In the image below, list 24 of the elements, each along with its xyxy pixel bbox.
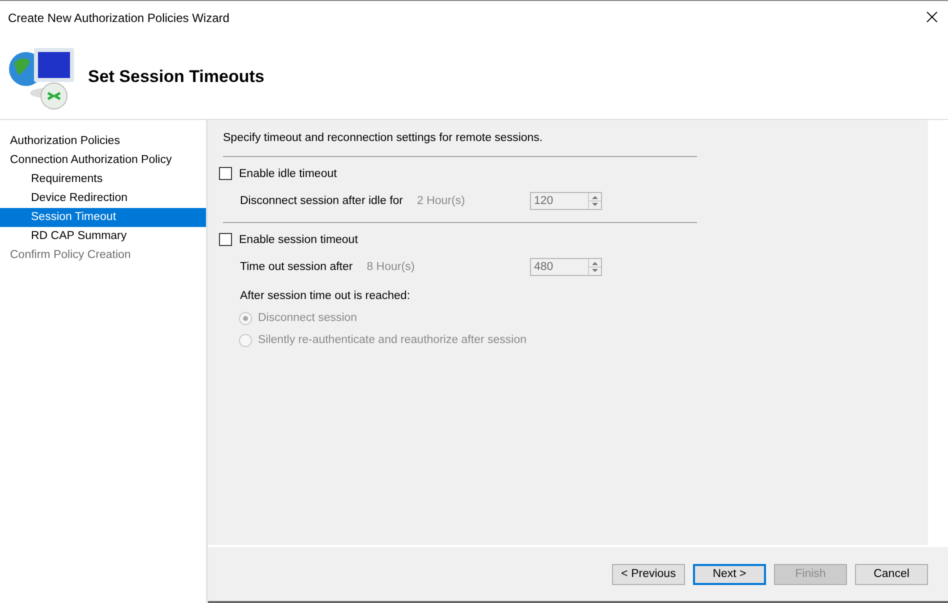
checkbox[interactable]: [219, 233, 232, 246]
checkbox-label: Enable idle timeout: [239, 168, 337, 180]
setting-label: Disconnect session after idle for: [240, 195, 403, 207]
sidebar-item[interactable]: Connection Authorization Policy: [0, 151, 206, 170]
setting-label: Time out session after: [240, 261, 353, 273]
checkbox-option[interactable]: Enable idle timeout: [219, 167, 913, 180]
window-title: Create New Authorization Policies Wizard: [8, 11, 230, 25]
option-caption: After session time out is reached:: [240, 290, 412, 302]
sidebar-item[interactable]: Requirements: [0, 170, 206, 189]
duration-hint: 2 Hour(s): [417, 195, 466, 207]
page-heading: Set Session Timeouts: [88, 67, 264, 87]
wizard-button[interactable]: < Previous: [612, 564, 685, 584]
wizard-button[interactable]: Cancel: [855, 564, 928, 584]
sidebar-item[interactable]: Device Redirection: [0, 189, 206, 208]
checkbox[interactable]: [219, 167, 232, 180]
checkbox-option[interactable]: Enable session timeout: [219, 233, 913, 246]
duration-hint: 8 Hour(s): [366, 261, 416, 273]
sidebar-item[interactable]: RD CAP Summary: [0, 227, 206, 246]
sidebar-item[interactable]: Authorization Policies: [0, 132, 206, 151]
checkbox-label: Enable session timeout: [239, 234, 358, 246]
sidebar-item[interactable]: Session Timeout: [0, 208, 206, 227]
close-button[interactable]: [926, 11, 940, 25]
wizard-button[interactable]: Next >: [693, 564, 766, 584]
intro-text: Specify timeout and reconnection settings for remote sessions.: [223, 132, 544, 144]
